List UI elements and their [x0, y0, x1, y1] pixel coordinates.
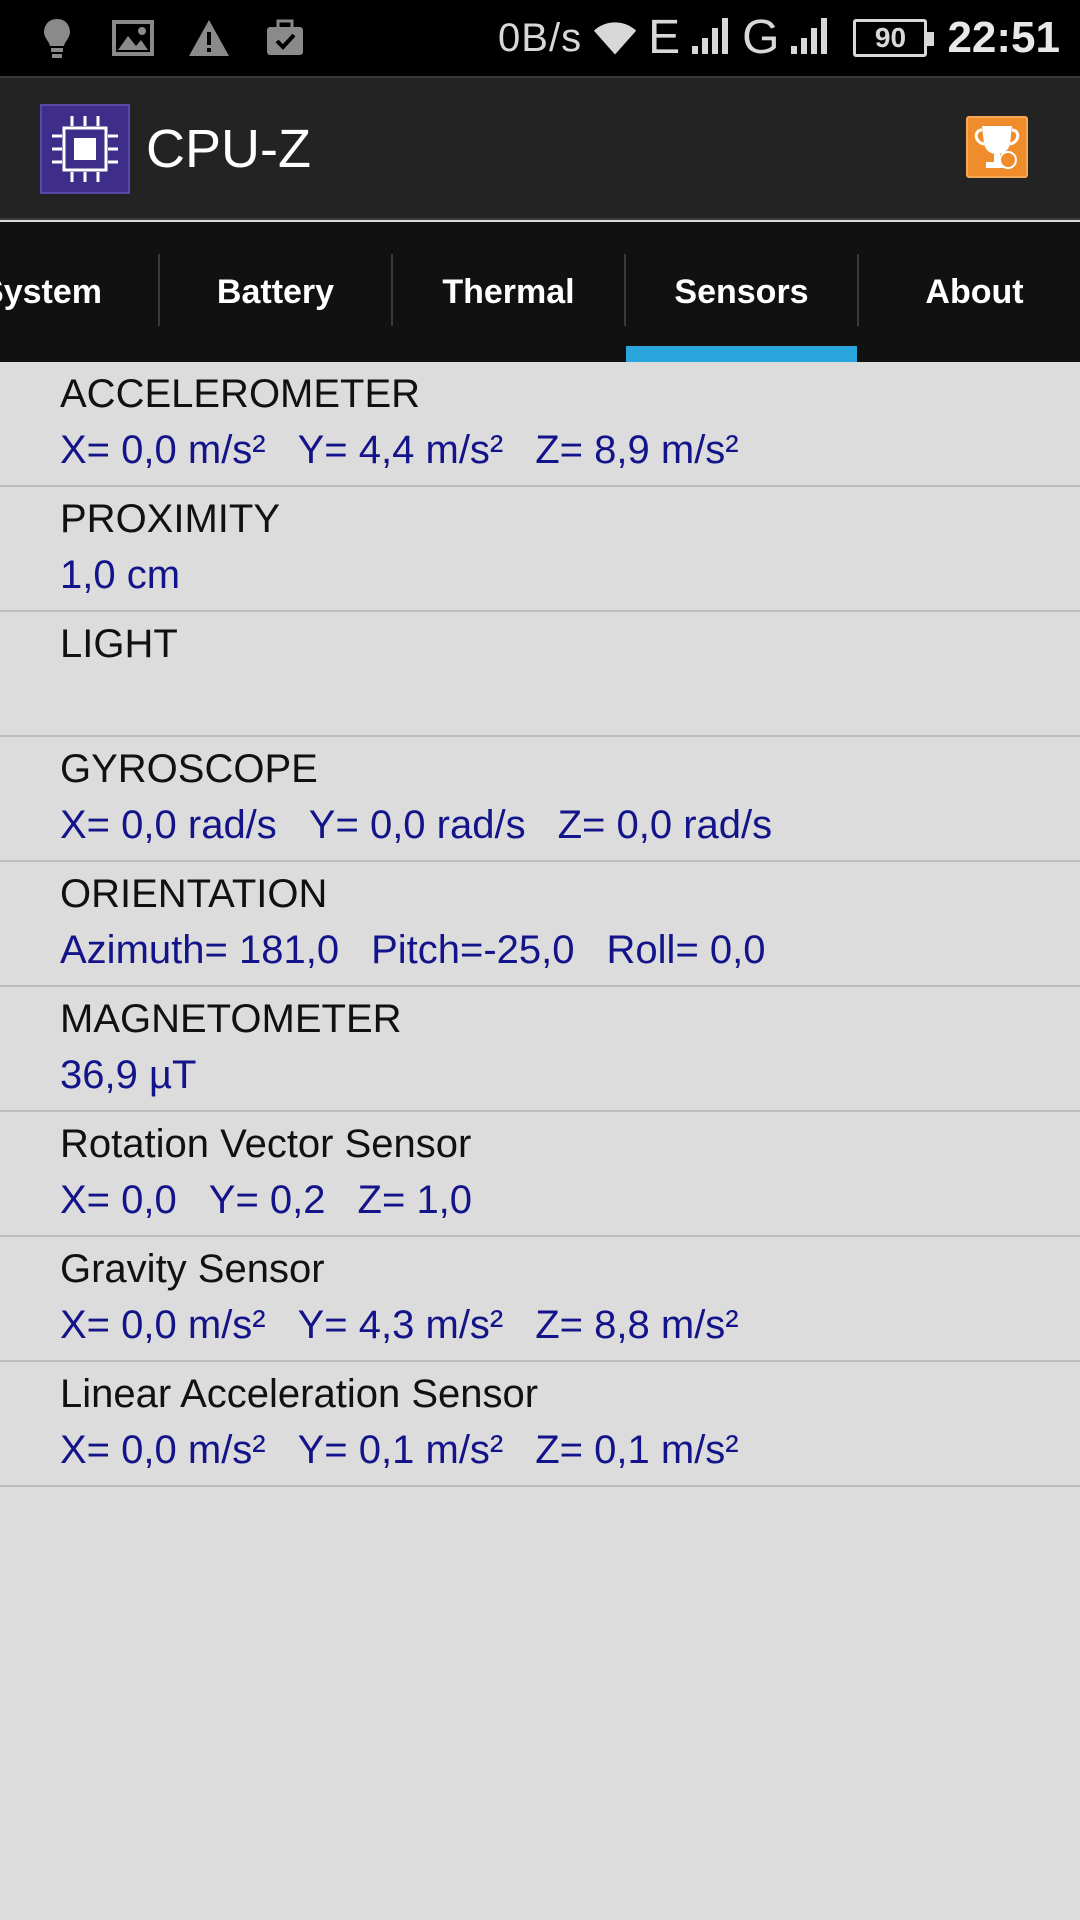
sensor-row: Linear Acceleration Sensor X= 0,0 m/s² Y= …	[0, 1362, 1080, 1487]
sensor-values: X= 0,0 m/s² Y= 4,3 m/s² Z= 8,8 m/s²	[60, 1303, 739, 1348]
sensor-name: ACCELEROMETER	[60, 372, 421, 416]
sensor-value: X= 0,0	[60, 1178, 177, 1222]
status-bar: 0B/s E G 90 22:51	[0, 0, 1080, 76]
sensor-value: Z= 8,8 m/s²	[535, 1303, 739, 1347]
lightbulb-icon	[34, 15, 80, 61]
sensor-row: GYROSCOPE X= 0,0 rad/s Y= 0,0 rad/s Z= 0,0 …	[0, 737, 1080, 862]
trophy-icon	[968, 126, 1026, 180]
sensor-value: Z= 0,1 m/s²	[535, 1428, 739, 1472]
sensor-name: LIGHT	[60, 622, 178, 666]
signal-icon	[690, 16, 732, 61]
sensor-values: X= 0,0 Y= 0,2 Z= 1,0	[60, 1178, 472, 1223]
cpu-chip-icon	[40, 104, 130, 194]
sensor-value: 36,9 µT	[60, 1053, 197, 1097]
sensor-row: PROXIMITY 1,0 cm	[0, 487, 1080, 612]
notification-icons	[34, 14, 308, 62]
sensor-values: 36,9 µT	[60, 1053, 196, 1098]
sensor-name: ORIENTATION	[60, 872, 328, 916]
sensor-row: Rotation Vector Sensor X= 0,0 Y= 0,2 Z= 1,0	[0, 1112, 1080, 1237]
sensor-value: Y= 4,3 m/s²	[297, 1303, 504, 1347]
active-tab-indicator	[626, 346, 857, 362]
image-icon	[110, 15, 156, 61]
sensor-row: ACCELEROMETER X= 0,0 m/s² Y= 4,4 m/s² Z= 8,…	[0, 362, 1080, 487]
sensor-values: X= 0,0 rad/s Y= 0,0 rad/s Z= 0,0 rad/s	[60, 803, 772, 848]
sensor-value: Y= 0,2	[208, 1178, 326, 1222]
battery-icon: 90	[853, 19, 935, 57]
sensor-list[interactable]: ACCELEROMETER X= 0,0 m/s² Y= 4,4 m/s² Z= 8,…	[0, 362, 1080, 1487]
tab-thermal[interactable]: Thermal	[392, 222, 625, 362]
sensor-values: 1,0 cm	[60, 553, 180, 598]
sensor-value: X= 0,0 m/s²	[60, 1428, 266, 1472]
sensor-value: Y= 0,0 rad/s	[308, 803, 526, 847]
sensor-value: Y= 4,4 m/s²	[297, 428, 504, 472]
warning-icon	[186, 15, 232, 61]
sensor-value: 1,0 cm	[60, 553, 181, 597]
sensor-name: GYROSCOPE	[60, 747, 318, 791]
sensor-value: Pitch=-25,0	[371, 928, 575, 972]
app-bar: CPU-Z	[0, 76, 1080, 220]
battery-level: 90	[874, 22, 907, 53]
network-type-1: E	[648, 11, 681, 64]
clock: 22:51	[947, 13, 1060, 62]
network-speed: 0B/s	[498, 15, 583, 60]
sensor-values: X= 0,0 m/s² Y= 0,1 m/s² Z= 0,1 m/s²	[60, 1428, 739, 1473]
sensor-row: ORIENTATION Azimuth= 181,0 Pitch=-25,0 Roll…	[0, 862, 1080, 987]
sensor-value: X= 0,0 m/s²	[60, 1303, 266, 1347]
sensor-value: Z= 0,0 rad/s	[557, 803, 773, 847]
sensor-name: Rotation Vector Sensor	[60, 1122, 472, 1166]
sensor-value: Roll= 0,0	[606, 928, 766, 972]
tab-about[interactable]: About	[858, 222, 1080, 362]
sensor-value: X= 0,0 rad/s	[60, 803, 277, 847]
sensor-value: X= 0,0 m/s²	[60, 428, 266, 472]
sensor-name: MAGNETOMETER	[60, 997, 402, 1041]
wifi-icon	[592, 15, 638, 61]
system-status: 0B/s E G 90 22:51	[498, 8, 1060, 68]
sensor-values: Azimuth= 181,0 Pitch=-25,0 Roll= 0,0	[60, 928, 766, 973]
sensor-value: Y= 0,1 m/s²	[297, 1428, 504, 1472]
sensor-row: Gravity Sensor X= 0,0 m/s² Y= 4,3 m/s² Z= 8…	[0, 1237, 1080, 1362]
tab-system[interactable]: System	[0, 222, 158, 362]
app-title: CPU-Z	[146, 119, 311, 179]
sensor-value: Z= 1,0	[357, 1178, 473, 1222]
network-type-2: G	[742, 11, 780, 64]
tab-battery[interactable]: Battery	[159, 222, 392, 362]
sensor-row: MAGNETOMETER 36,9 µT	[0, 987, 1080, 1112]
trophy-button[interactable]	[966, 116, 1028, 178]
sensor-name: Linear Acceleration Sensor	[60, 1372, 539, 1416]
sensor-value: Azimuth= 181,0	[60, 928, 340, 972]
briefcase-icon	[262, 15, 308, 61]
tab-bar: System Battery Thermal Sensors About	[0, 222, 1080, 362]
sensor-name: PROXIMITY	[60, 497, 281, 541]
sensor-row: LIGHT	[0, 612, 1080, 737]
tab-sensors[interactable]: Sensors	[625, 222, 858, 362]
sensor-values: X= 0,0 m/s² Y= 4,4 m/s² Z= 8,9 m/s²	[60, 428, 739, 473]
sensor-value: Z= 8,9 m/s²	[535, 428, 739, 472]
signal-icon	[789, 16, 831, 61]
sensor-name: Gravity Sensor	[60, 1247, 325, 1291]
